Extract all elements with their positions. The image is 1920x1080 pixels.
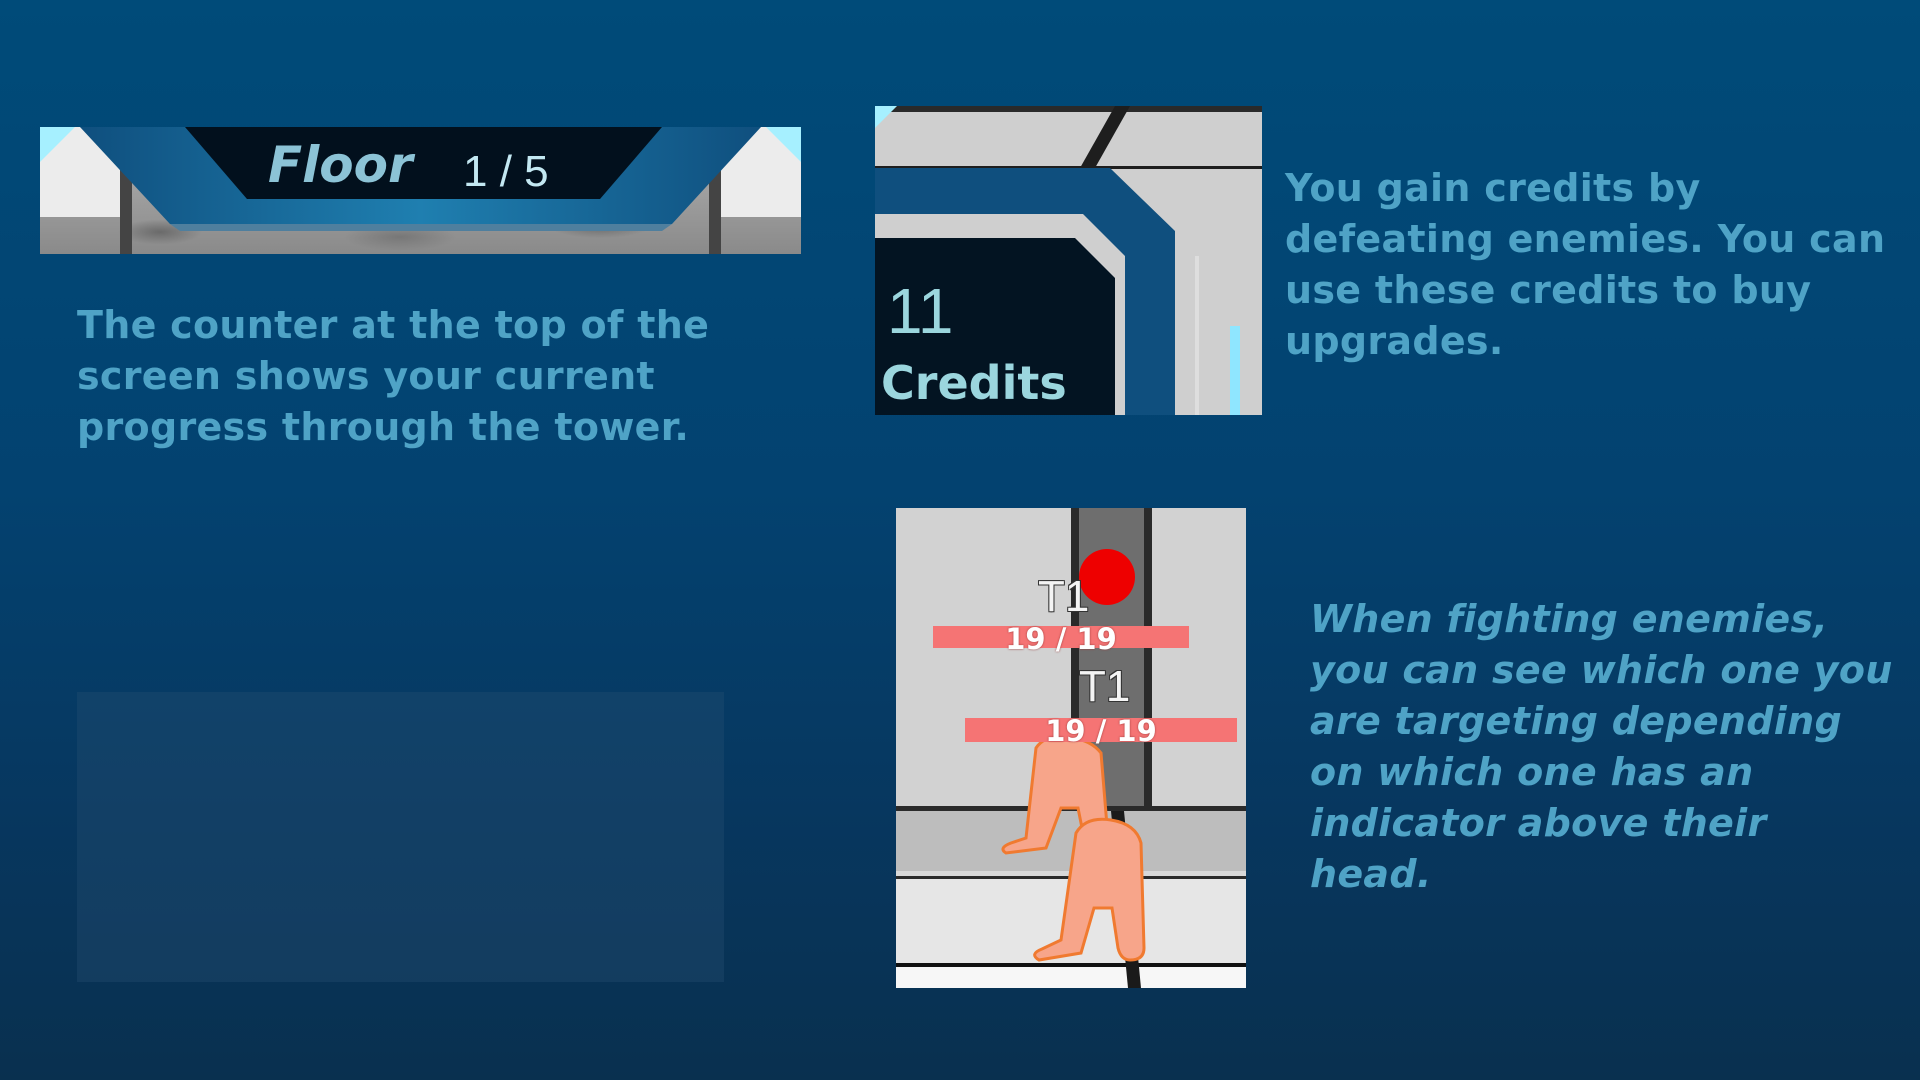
- floor-counter-caption: The counter at the top of the screen sho…: [77, 303, 710, 449]
- floor-hud-frame: [40, 127, 801, 254]
- enemy-tag: T1: [1079, 662, 1131, 711]
- credits-value: 11: [887, 275, 954, 347]
- floor-label: Floor: [268, 136, 413, 194]
- floor-counter-screenshot: Floor 1 / 5: [40, 127, 801, 254]
- enemy-tag: T1: [1038, 572, 1090, 621]
- enemy-health-bar: 19 / 19: [933, 625, 1189, 654]
- empty-placeholder-panel: [77, 692, 724, 982]
- targeting-caption: When fighting enemies, you can see which…: [1310, 597, 1893, 896]
- enemy-targeting-screenshot: T1 19 / 19 T1 19 / 19: [896, 508, 1246, 988]
- credits-label: Credits: [881, 356, 1067, 410]
- credits-caption: You gain credits by defeating enemies. Y…: [1285, 166, 1886, 363]
- enemy-health-bar: 19 / 19: [965, 717, 1237, 746]
- credits-counter-screenshot: 11 Credits: [875, 106, 1262, 415]
- floor-value: 1 / 5: [463, 147, 549, 196]
